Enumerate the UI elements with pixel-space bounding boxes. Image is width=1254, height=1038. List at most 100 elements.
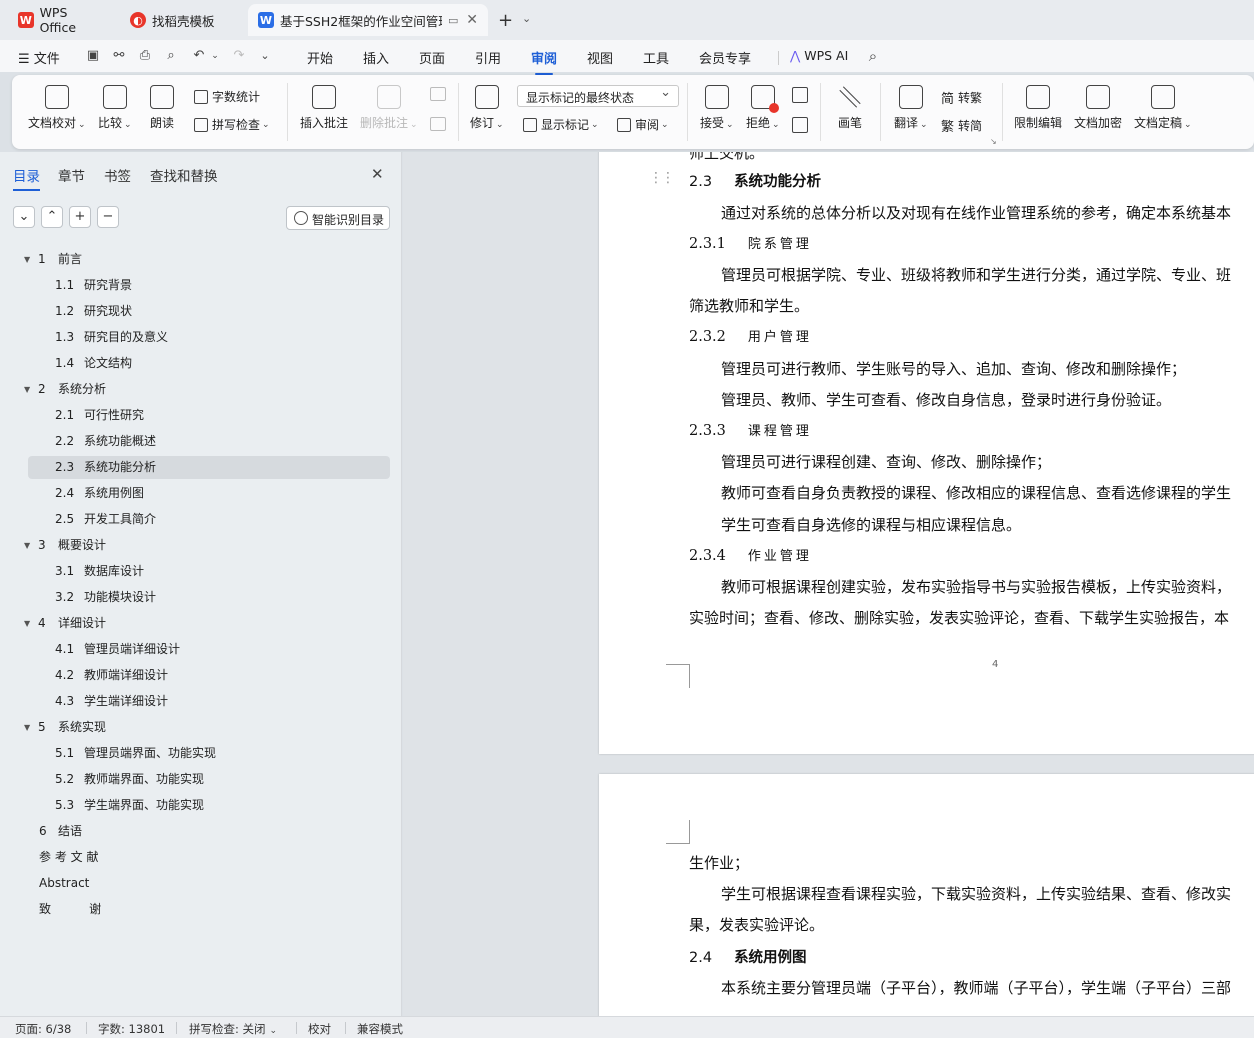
spell-check-button[interactable]: 拼写检查 ⌄ (194, 116, 270, 133)
menu-home[interactable]: 开始 (307, 48, 333, 67)
print-icon[interactable]: ⎙ (136, 47, 154, 65)
to-traditional-button[interactable]: 简转繁 (941, 88, 982, 107)
close-tab-icon[interactable]: ✕ (466, 12, 478, 28)
wps-ai-icon: ⋀ (790, 48, 805, 63)
finalize-button[interactable]: 文档定稿 ⌄ (1134, 85, 1192, 131)
collapse-triangle-icon[interactable]: ▼ (24, 534, 30, 557)
toc-item[interactable]: 5.3 学生端界面、功能实现 (28, 794, 390, 817)
toc-item[interactable]: 2.3 系统功能分析 (28, 456, 390, 479)
read-aloud-button[interactable]: 朗读 (150, 85, 174, 131)
toc-number: 5 (38, 720, 46, 734)
toc-item[interactable]: ▼ 5 系统实现 (24, 716, 390, 739)
toc-item[interactable]: 4.3 学生端详细设计 (28, 690, 390, 713)
tab-wps-office[interactable]: W WPS Office (8, 4, 116, 36)
share-icon[interactable]: ⚯ (110, 47, 128, 65)
delete-comment-button[interactable]: 删除批注 ⌄ (360, 85, 418, 131)
wps-ai-button[interactable]: ⋀ WPS AI (790, 48, 848, 63)
nav-tab-find-replace[interactable]: 查找和替换 (150, 165, 218, 185)
collapse-triangle-icon[interactable]: ▼ (24, 612, 30, 635)
expand-all-icon[interactable]: ⌄ (13, 206, 35, 228)
file-menu[interactable]: ☰ 文件 (18, 48, 60, 67)
collapse-triangle-icon[interactable]: ▼ (24, 378, 30, 401)
toc-item[interactable]: 致 谢 (28, 898, 390, 921)
menu-review[interactable]: 审阅 (531, 48, 557, 75)
toc-item[interactable]: 1.1 研究背景 (28, 274, 390, 297)
revise-button[interactable]: 修订 ⌄ (470, 85, 504, 131)
translate-button[interactable]: 翻译 ⌄ (894, 85, 928, 131)
toc-item[interactable]: ▼ 2 系统分析 (24, 378, 390, 401)
status-page[interactable]: 页面: 6/38 (15, 1021, 71, 1037)
expand-group-icon[interactable]: ↘ (990, 137, 997, 146)
toc-item[interactable]: 1.3 研究目的及意义 (28, 326, 390, 349)
markup-state-dropdown[interactable]: 显示标记的最终状态 (517, 85, 679, 107)
close-pane-icon[interactable]: ✕ (371, 165, 384, 183)
toc-item[interactable]: Abstract (28, 872, 390, 895)
restrict-edit-button[interactable]: 限制编辑 (1014, 85, 1062, 131)
toc-item[interactable]: 2.1 可行性研究 (28, 404, 390, 427)
more-chevron-icon[interactable]: ⌄ (256, 47, 274, 65)
toc-item[interactable]: ▼ 1 前言 (24, 248, 390, 271)
toc-item[interactable]: ▼ 3 概要设计 (24, 534, 390, 557)
add-heading-icon[interactable]: + (69, 206, 91, 228)
nav-tab-bookmarks[interactable]: 书签 (104, 165, 131, 185)
menu-references[interactable]: 引用 (475, 48, 501, 67)
encrypt-button[interactable]: 文档加密 (1074, 85, 1122, 131)
toc-item[interactable]: 5.1 管理员端界面、功能实现 (28, 742, 390, 765)
pen-button[interactable]: 画笔 (838, 85, 862, 131)
show-markup-button[interactable]: 显示标记 ⌄ (523, 116, 599, 133)
toc-item[interactable]: 参 考 文 献 (28, 846, 390, 869)
menu-insert[interactable]: 插入 (363, 48, 389, 67)
toc-item[interactable]: 1.2 研究现状 (28, 300, 390, 323)
collapse-all-icon[interactable]: ⌃ (41, 206, 63, 228)
toc-item[interactable]: 4.1 管理员端详细设计 (28, 638, 390, 661)
previous-comment-icon[interactable] (430, 87, 446, 101)
toc-item[interactable]: 3.1 数据库设计 (28, 560, 390, 583)
word-count-button[interactable]: 字数统计 (194, 88, 260, 105)
toc-item[interactable]: 5.2 教师端界面、功能实现 (28, 768, 390, 791)
redo-icon[interactable]: ↷ (230, 47, 248, 65)
insert-comment-button[interactable]: 插入批注 (300, 85, 348, 131)
previous-revision-icon[interactable] (792, 87, 808, 103)
save-icon[interactable]: ▣ (84, 47, 102, 65)
undo-dropdown-icon[interactable]: ⌄ (206, 47, 224, 65)
toc-item[interactable]: 4.2 教师端详细设计 (28, 664, 390, 687)
to-simplified-button[interactable]: 繁转简 (941, 116, 982, 135)
new-tab-icon[interactable]: + (498, 10, 513, 31)
nav-tab-toc[interactable]: 目录 (13, 165, 40, 191)
tab-docer-templates[interactable]: ◐ 找稻壳模板 (120, 4, 244, 36)
next-revision-icon[interactable] (792, 117, 808, 133)
search-icon[interactable]: ⌕ (864, 47, 882, 65)
nav-tab-sections[interactable]: 章节 (58, 165, 85, 185)
accept-button[interactable]: 接受 ⌄ (700, 85, 734, 131)
print-preview-icon[interactable]: ⌕ (162, 47, 180, 65)
smart-toc-button[interactable]: 智能识别目录 (286, 206, 390, 230)
menu-view[interactable]: 视图 (587, 48, 613, 67)
drag-handle-icon[interactable]: ⋮⋮ (649, 170, 675, 186)
compare-button[interactable]: 比较 ⌄ (98, 85, 132, 131)
remove-heading-icon[interactable]: − (97, 206, 119, 228)
status-proofread[interactable]: 校对 (308, 1021, 331, 1037)
toc-item[interactable]: ▼ 4 详细设计 (24, 612, 390, 635)
toc-item[interactable]: 2.5 开发工具简介 (28, 508, 390, 531)
collapse-triangle-icon[interactable]: ▼ (24, 716, 30, 739)
toc-item[interactable]: 2.2 系统功能概述 (28, 430, 390, 453)
collapse-triangle-icon[interactable]: ▼ (24, 248, 30, 271)
heading-2-3: 2.3 系统功能分析 (689, 170, 821, 191)
menu-membership[interactable]: 会员专享 (699, 48, 751, 67)
review-pane-button[interactable]: 审阅 ⌄ (617, 116, 669, 133)
next-comment-icon[interactable] (430, 117, 446, 131)
menu-page[interactable]: 页面 (419, 48, 445, 67)
toc-item[interactable]: 6 结语 (28, 820, 390, 843)
status-word-count[interactable]: 字数: 13801 (98, 1021, 165, 1037)
accept-icon (704, 85, 729, 109)
tab-current-document[interactable]: W 基于SSH2框架的作业空间管理 ▭ ✕ (248, 4, 488, 36)
reject-button[interactable]: 拒绝 ⌄ (746, 85, 780, 131)
toc-item[interactable]: 1.4 论文结构 (28, 352, 390, 375)
tab-list-chevron-icon[interactable]: ⌄ (522, 12, 531, 25)
toc-item[interactable]: 3.2 功能模块设计 (28, 586, 390, 609)
menu-tools[interactable]: 工具 (643, 48, 669, 67)
status-spell-check[interactable]: 拼写检查: 关闭 ⌄ (189, 1021, 277, 1037)
doc-check-button[interactable]: 文档校对 ⌄ (28, 85, 86, 131)
review-ribbon: 文档校对 ⌄ 比较 ⌄ 朗读 字数统计 拼写检查 ⌄ 插入批注 删除批注 ⌄ 修订 ⌄ 显… (12, 75, 1254, 149)
toc-item[interactable]: 2.4 系统用例图 (28, 482, 390, 505)
